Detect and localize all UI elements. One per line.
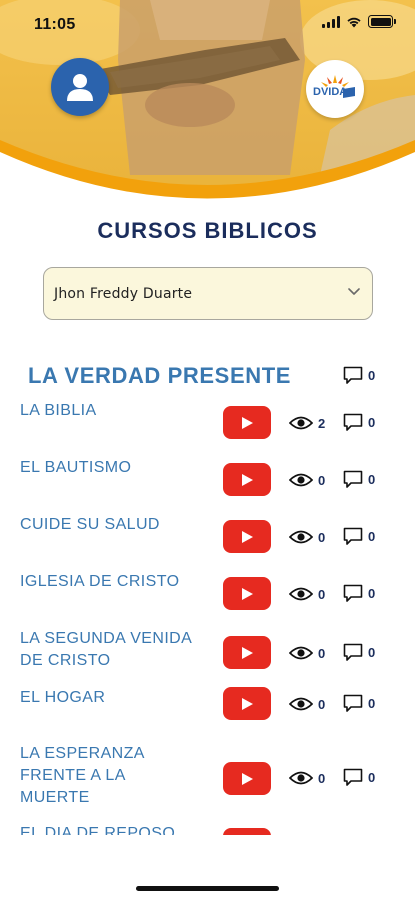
page-title: CURSOS BIBLICOS (97, 218, 318, 243)
comments-count: 0 (368, 696, 376, 711)
home-indicator[interactable] (136, 886, 279, 891)
play-icon (242, 772, 253, 785)
views-count: 0 (318, 529, 326, 545)
eye-icon (289, 473, 313, 487)
views-count: 0 (318, 696, 326, 712)
play-icon (242, 530, 253, 543)
profile-button[interactable] (51, 58, 109, 116)
lesson-list: LA BIBLIA 2 0 EL BAUTISMO 0 0 CUIDE SU S… (0, 395, 415, 835)
play-icon (242, 697, 253, 710)
views-counter: 0 (289, 529, 325, 545)
comments-count: 0 (368, 415, 376, 430)
views-count: 0 (318, 586, 326, 602)
battery-icon (368, 15, 396, 28)
student-select[interactable]: Jhon Freddy Duarte (43, 267, 373, 320)
eye-icon (289, 416, 313, 430)
lesson-title: LA SEGUNDA VENIDA DE CRISTO (20, 630, 192, 669)
comments-button[interactable]: 0 (343, 643, 375, 662)
lesson-title: EL DIA DE REPOSO (20, 825, 176, 835)
eye-icon (289, 697, 313, 711)
comments-button[interactable]: 0 (343, 527, 375, 546)
play-icon (242, 416, 253, 429)
wifi-icon (347, 17, 361, 27)
lesson-title: LA BIBLIA (20, 402, 97, 419)
comment-icon (343, 584, 363, 602)
user-icon (67, 74, 93, 101)
comments-count: 0 (368, 645, 376, 660)
logo-text: DVIDA (313, 86, 347, 98)
comment-icon (343, 366, 363, 384)
chevron-down-icon (348, 288, 360, 295)
status-icons (322, 15, 396, 28)
play-icon (242, 646, 253, 659)
play-button[interactable] (223, 577, 271, 610)
status-time: 11:05 (34, 16, 76, 33)
comments-button[interactable]: 0 (343, 768, 375, 787)
comments-count: 0 (368, 472, 376, 487)
comment-icon (343, 768, 363, 786)
play-button[interactable] (223, 463, 271, 496)
lesson-title: IGLESIA DE CRISTO (20, 573, 180, 590)
signal-icon (322, 15, 340, 28)
views-count: 0 (318, 645, 326, 661)
play-icon (242, 473, 253, 486)
play-button[interactable] (223, 636, 271, 669)
play-button[interactable] (223, 406, 271, 439)
lesson-title: CUIDE SU SALUD (20, 516, 160, 533)
eye-icon (289, 587, 313, 601)
lesson-title: LA ESPERANZA FRENTE A LA MUERTE (20, 745, 144, 806)
course-title: LA VERDAD PRESENTE (28, 363, 292, 388)
status-bar: 11:05 (0, 0, 415, 46)
eye-icon (289, 530, 313, 544)
comment-icon (343, 527, 363, 545)
views-counter: 0 (289, 472, 325, 488)
views-counter: 0 (289, 586, 325, 602)
play-button[interactable] (223, 762, 271, 795)
comments-button[interactable]: 0 (343, 694, 375, 713)
eye-icon (289, 646, 313, 660)
lesson-title: EL BAUTISMO (20, 459, 132, 476)
comments-button[interactable]: 0 (343, 584, 375, 603)
views-counter: 0 (289, 645, 325, 661)
comment-icon (343, 643, 363, 661)
header-banner: 11:05 DVIDA (0, 0, 415, 205)
eye-icon (289, 771, 313, 785)
comments-count: 0 (368, 529, 376, 544)
play-button[interactable] (223, 520, 271, 553)
course-comment-count: 0 (368, 368, 376, 383)
comment-icon (343, 470, 363, 488)
play-button[interactable] (223, 687, 271, 720)
views-count: 0 (318, 472, 326, 488)
logo-mark: DVIDA (313, 75, 355, 98)
app-logo: DVIDA (306, 60, 364, 118)
views-counter: 2 (289, 415, 325, 431)
lesson-title: EL HOGAR (20, 689, 106, 706)
student-select-value: Jhon Freddy Duarte (54, 286, 193, 302)
comment-icon (343, 694, 363, 712)
course-comments[interactable]: 0 (343, 366, 375, 385)
play-icon (242, 587, 253, 600)
comments-button[interactable]: 0 (343, 413, 375, 432)
views-count: 0 (318, 770, 326, 786)
views-counter: 0 (289, 770, 325, 786)
comments-count: 0 (368, 770, 376, 785)
comment-icon (343, 413, 363, 431)
comments-count: 0 (368, 586, 376, 601)
play-button[interactable] (223, 828, 271, 835)
views-count: 2 (318, 415, 326, 431)
views-counter: 0 (289, 696, 325, 712)
comments-button[interactable]: 0 (343, 470, 375, 489)
